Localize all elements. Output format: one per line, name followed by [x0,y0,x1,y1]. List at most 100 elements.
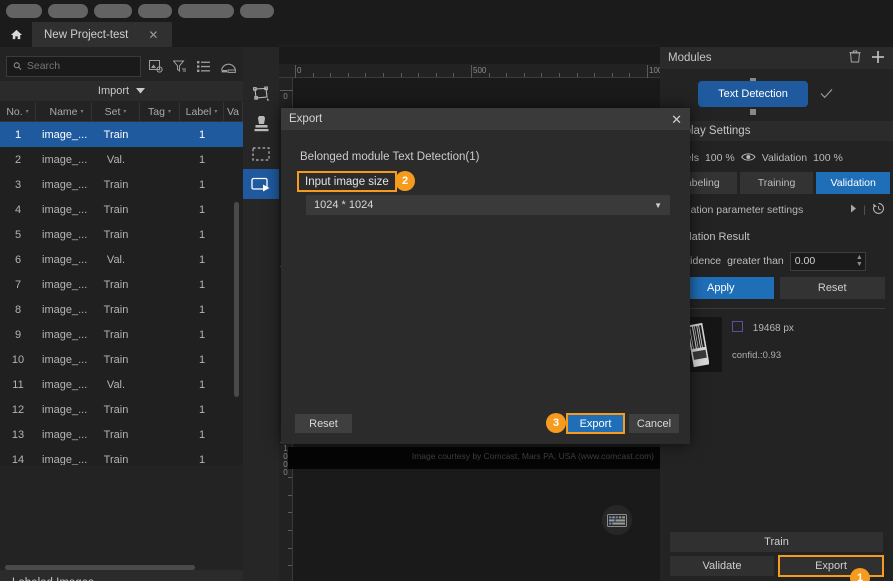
dialog-export-button[interactable]: Export [566,413,625,434]
table-row[interactable]: 12 image_... Train 1 [0,397,243,422]
input-image-size-value: 1024 * 1024 [314,199,374,211]
validation-label: Validation [761,152,808,164]
table-header-cell[interactable]: Tag ▾ [140,102,180,121]
marquee-tool[interactable] [243,139,279,169]
history-icon[interactable] [872,202,893,218]
gauge-icon[interactable] [219,57,237,75]
search-box[interactable] [6,55,141,77]
table-cell: 5 [14,228,22,241]
dialog-reset-button[interactable]: Reset [295,414,352,433]
table-row[interactable]: 3 image_... Train 1 [0,172,243,197]
import-label: Import [97,85,130,97]
tab-validation[interactable]: Validation [816,172,891,194]
sort-caret-icon[interactable]: ▾ [168,108,171,115]
trash-icon[interactable] [849,50,861,66]
input-image-size-select[interactable]: 1024 * 1024 ▼ [306,195,670,215]
filter-icon[interactable] [171,57,189,75]
image-settings-icon[interactable] [147,57,165,75]
sort-caret-icon[interactable]: ▾ [81,108,84,115]
table-header-cell[interactable]: Label ▾ [180,102,224,121]
module-graph[interactable]: Text Detection [660,69,893,119]
table-cell: image_... [42,203,88,216]
result-checkbox[interactable] [732,321,743,332]
table-header-cell[interactable]: No. ▾ [0,102,36,121]
reset-button[interactable]: Reset [779,277,885,299]
tab-label: Validation [830,177,876,189]
validate-button[interactable]: Validate [670,556,774,576]
redacted-menu-item [6,4,42,18]
export-dialog-close-icon[interactable]: ✕ [671,113,682,126]
table-cell: image_... [42,303,88,316]
sort-caret-icon[interactable]: ▾ [214,108,217,115]
sort-caret-icon[interactable]: ▾ [123,108,126,115]
table-cell: Train [103,328,129,341]
horizontal-ruler: 0 500 1000 [279,64,667,78]
table-row[interactable]: 1 image_... Train 1 [0,122,243,147]
table-header-cell[interactable]: Set ▾ [92,102,140,121]
eye-icon[interactable] [740,152,756,165]
param-settings-row[interactable]: Validation parameter settings | [660,199,893,221]
chevron-down-icon[interactable]: ▼ [654,201,662,210]
table-row[interactable]: 11 image_... Val. 1 [0,372,243,397]
image-table-body[interactable]: 1 image_... Train 1 2 image_... Val. 1 3 image_..… [0,122,243,465]
ruler-tick [435,73,437,77]
export-dialog[interactable]: Export ✕ Belonged module Text Detection(… [281,108,690,444]
plus-icon[interactable] [871,50,885,67]
result-item[interactable]: 19468 px confid.:0.93 [660,317,893,377]
ruler-label: 500 [473,66,487,75]
table-header-cell[interactable]: Name ▾ [36,102,92,121]
select-tool[interactable] [243,169,279,199]
divider: | [863,204,866,216]
node-handle-bottom[interactable] [750,109,756,115]
table-row[interactable]: 10 image_... Train 1 [0,347,243,372]
table-header-label: Name [49,105,78,118]
search-input[interactable] [26,60,134,72]
confidence-input[interactable]: 0.00 ▲ ▼ [789,251,866,271]
dialog-export-label: Export [579,417,612,430]
labeled-images-label: Labeled Images [12,577,94,581]
table-row[interactable]: 8 image_... Train 1 [0,297,243,322]
table-cell: 9 [14,328,22,341]
export-dialog-footer: Reset 3 Export Cancel [281,404,690,444]
ruler-label: 0 [283,92,288,101]
step-badge-3-text: 3 [552,417,560,429]
ruler-tick [288,530,292,531]
mode-tabs: Labeling Training Validation [660,172,893,194]
import-button[interactable]: Import [0,81,243,101]
list-icon[interactable] [195,57,213,75]
tab-training[interactable]: Training [739,172,814,194]
dialog-cancel-button[interactable]: Cancel [629,414,679,433]
module-node-text-detection[interactable]: Text Detection [698,81,808,107]
train-button[interactable]: Train [670,532,883,552]
table-row[interactable]: 7 image_... Train 1 [0,272,243,297]
table-row[interactable]: 5 image_... Train 1 [0,222,243,247]
chevron-down-icon [136,88,146,94]
chevron-right-icon[interactable] [850,204,857,216]
table-row[interactable]: 13 image_... Train 1 [0,422,243,447]
table-header-cell[interactable]: Va [224,102,243,121]
stamp-tool[interactable] [243,109,279,139]
table-cell: 7 [14,278,22,291]
tab-close-icon[interactable]: ✕ [148,29,158,41]
table-cell: Train [103,453,129,466]
table-row[interactable]: 9 image_... Train 1 [0,322,243,347]
polygon-tool[interactable] [243,79,279,109]
spinner-buttons[interactable]: ▲ ▼ [856,254,863,268]
step-badge-1-text: 1 [856,572,864,581]
home-icon[interactable] [0,22,32,47]
ruler-tick [418,73,420,77]
table-row[interactable]: 2 image_... Val. 1 [0,147,243,172]
project-tab[interactable]: New Project-test ✕ [32,22,172,47]
table-header-label: Label [185,105,212,118]
redacted-menu-item [178,4,234,18]
keyboard-shortcuts-icon[interactable] [602,505,632,535]
table-cell: image_... [42,453,88,466]
table-cell: image_... [42,328,88,341]
search-icon [13,62,22,71]
check-icon [820,87,833,102]
table-row[interactable]: 14 image_... Train 1 [0,447,243,466]
table-cell: image_... [42,428,88,441]
table-row[interactable]: 6 image_... Val. 1 [0,247,243,272]
sort-caret-icon[interactable]: ▾ [26,108,29,115]
table-row[interactable]: 4 image_... Train 1 [0,197,243,222]
